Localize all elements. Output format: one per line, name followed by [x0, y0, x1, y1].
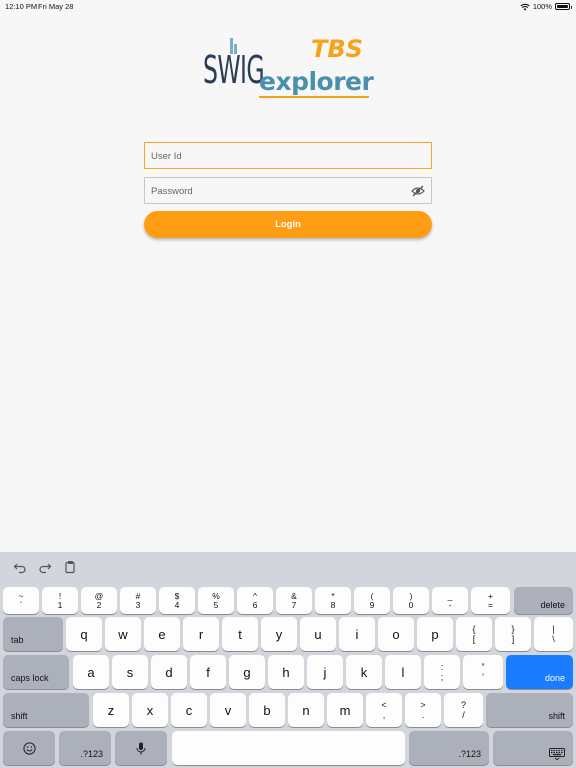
status-date: Fri May 28 [38, 2, 74, 11]
key-n[interactable]: n [288, 693, 324, 727]
logo-tbs: TBS [311, 35, 363, 63]
key-3[interactable]: #3 [120, 587, 156, 614]
key-c[interactable]: c [171, 693, 207, 727]
status-time: 12:10 PM [5, 2, 38, 11]
key-backtick[interactable]: ~ ` [3, 587, 39, 614]
key-o[interactable]: o [378, 617, 414, 651]
emoji-key[interactable] [3, 731, 55, 765]
status-right: 100% [520, 2, 572, 11]
key-quote[interactable]: ”’ [463, 655, 503, 689]
battery-percent: 100% [532, 2, 552, 11]
logo-swig: SWIG [203, 48, 265, 92]
key-a[interactable]: a [73, 655, 109, 689]
key-semicolon[interactable]: :; [424, 655, 460, 689]
key-comma[interactable]: <, [366, 693, 402, 727]
key-w[interactable]: w [105, 617, 141, 651]
status-bar: 12:10 PM Fri May 28 100% [0, 0, 576, 12]
key-p[interactable]: p [417, 617, 453, 651]
key-8[interactable]: * 8 [315, 587, 351, 614]
key-v[interactable]: v [210, 693, 246, 727]
redo-icon[interactable] [38, 560, 52, 574]
emoji-icon [22, 741, 36, 755]
key-z[interactable]: z [93, 693, 129, 727]
key-b[interactable]: b [249, 693, 285, 727]
key-6[interactable]: ^ 6 [237, 587, 273, 614]
key-2[interactable]: @2 [81, 587, 117, 614]
delete-key[interactable]: delete [514, 587, 573, 614]
userid-placeholder: User Id [151, 151, 182, 162]
key-h[interactable]: h [268, 655, 304, 689]
key-g[interactable]: g [229, 655, 265, 689]
key-4[interactable]: $4 [159, 587, 195, 614]
shift-key-right[interactable]: shift [486, 693, 573, 727]
key-equals[interactable]: + = [471, 587, 510, 614]
password-input[interactable]: Password [144, 177, 432, 204]
userid-input[interactable]: User Id [144, 142, 432, 169]
app-logo: SWIG TBS explorer [203, 35, 374, 102]
space-key[interactable] [172, 731, 405, 765]
key-q[interactable]: q [66, 617, 102, 651]
key-t[interactable]: t [222, 617, 258, 651]
key-f[interactable]: f [190, 655, 226, 689]
key-e[interactable]: e [144, 617, 180, 651]
shift-key-left[interactable]: shift [3, 693, 89, 727]
logo-explorer: explorer [259, 67, 374, 96]
key-j[interactable]: j [307, 655, 343, 689]
key-d[interactable]: d [151, 655, 187, 689]
microphone-icon [136, 742, 146, 754]
key-slash[interactable]: ? / [444, 693, 483, 727]
keyboard-toolbar [0, 552, 576, 582]
dictation-key[interactable] [115, 731, 167, 765]
key-bracket-open[interactable]: {[ [456, 617, 492, 651]
key-i[interactable]: i [339, 617, 375, 651]
key-s[interactable]: s [112, 655, 148, 689]
key-u[interactable]: u [300, 617, 336, 651]
key-7[interactable]: & 7 [276, 587, 312, 614]
key-backslash[interactable]: | \ [534, 617, 573, 651]
key-minus[interactable]: _ - [432, 587, 468, 614]
eye-off-icon[interactable] [411, 184, 425, 198]
key-period[interactable]: >. [405, 693, 441, 727]
wifi-icon [520, 3, 530, 10]
logo-underline [259, 96, 369, 98]
key-5[interactable]: % 5 [198, 587, 234, 614]
battery-icon [555, 3, 572, 10]
key-k[interactable]: k [346, 655, 382, 689]
done-key[interactable]: done [506, 655, 573, 689]
numbers-key-left[interactable]: .?123 [59, 731, 111, 765]
keyboard-hide-icon [549, 748, 565, 760]
paste-icon[interactable] [63, 560, 77, 574]
key-bracket-close[interactable]: }] [495, 617, 531, 651]
key-m[interactable]: m [327, 693, 363, 727]
tab-key[interactable]: tab [3, 617, 63, 651]
key-1[interactable]: ! 1 [42, 587, 78, 614]
login-button[interactable]: Login [144, 211, 432, 238]
key-l[interactable]: l [385, 655, 421, 689]
undo-icon[interactable] [13, 560, 27, 574]
key-0[interactable]: ) 0 [393, 587, 429, 614]
numbers-key-right[interactable]: .?123 [409, 731, 489, 765]
key-x[interactable]: x [132, 693, 168, 727]
key-r[interactable]: r [183, 617, 219, 651]
key-y[interactable]: y [261, 617, 297, 651]
dismiss-keyboard-key[interactable] [493, 731, 573, 765]
password-placeholder: Password [151, 186, 193, 197]
caps-lock-key[interactable]: caps lock [3, 655, 69, 689]
onscreen-keyboard: ~ ` ! 1 @2 #3 $4 % 5 ^ 6 & 7 * 8 (9 ) 0 _ - + = d… [0, 552, 576, 768]
key-9[interactable]: (9 [354, 587, 390, 614]
